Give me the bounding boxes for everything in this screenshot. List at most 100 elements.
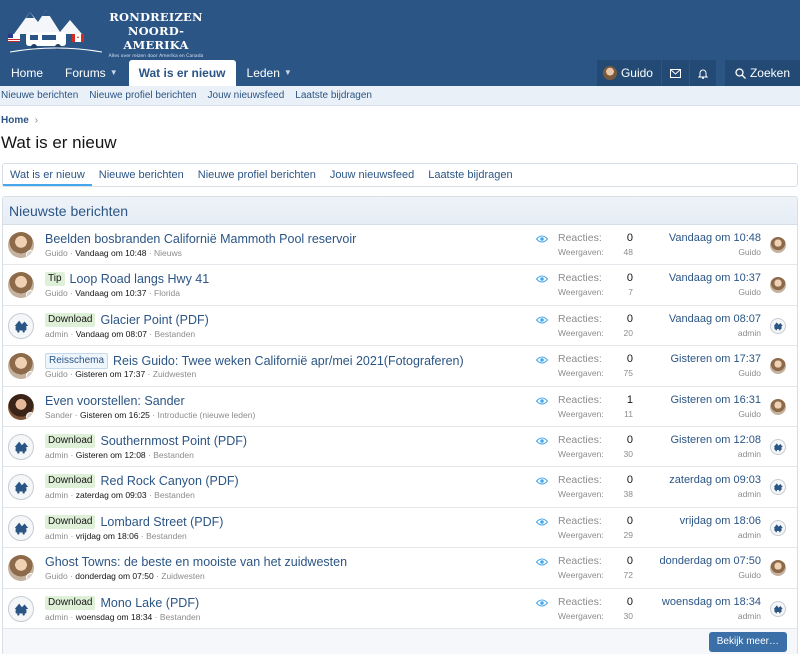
last-poster-avatar[interactable] <box>770 479 786 496</box>
thread-row[interactable]: Download Red Rock Canyon (PDF) admin · zat… <box>3 467 797 508</box>
tab-whats-new[interactable]: Wat is er nieuw <box>3 164 92 186</box>
last-post-user[interactable]: Guido <box>738 247 761 257</box>
thread-author[interactable]: admin <box>45 329 68 339</box>
thread-row[interactable]: Even voorstellen: Sander Sander · Gistere… <box>3 387 797 427</box>
thread-row[interactable]: Download Lombard Street (PDF) admin · vrij… <box>3 507 797 549</box>
thread-forum[interactable]: Bestanden <box>160 612 201 622</box>
thread-author[interactable]: Guido <box>45 369 68 379</box>
subnav-news-feed[interactable]: Jouw nieuwsfeed <box>208 90 285 101</box>
thread-date[interactable]: woensdag om 18:34 <box>76 612 153 622</box>
search-button[interactable]: Zoeken <box>723 60 800 86</box>
thread-forum[interactable]: Zuidwesten <box>161 571 204 581</box>
avatar[interactable] <box>8 312 34 339</box>
thread-title-link[interactable]: Loop Road langs Hwy 41 <box>70 272 210 286</box>
last-poster-avatar[interactable] <box>770 277 786 294</box>
thread-row[interactable]: Tip Loop Road langs Hwy 41 Guido · Vandaag… <box>3 265 797 306</box>
thread-prefix-label[interactable]: Reisschema <box>45 353 109 370</box>
subnav-new-profile-posts[interactable]: Nieuwe profiel berichten <box>89 90 196 101</box>
thread-date[interactable]: Gisteren om 12:08 <box>76 450 146 460</box>
inbox-button[interactable] <box>660 60 689 86</box>
last-post-date[interactable]: Vandaag om 10:48 <box>669 232 761 244</box>
chevron-down-icon[interactable]: ▼ <box>284 60 292 86</box>
eye-icon[interactable] <box>536 557 548 567</box>
thread-forum[interactable]: Nieuws <box>154 248 182 258</box>
thread-title-link[interactable]: Reis Guido: Twee weken Californië apr/me… <box>113 354 464 368</box>
thread-forum[interactable]: Introductie (nieuwe leden) <box>157 410 255 420</box>
thread-title-link[interactable]: Even voorstellen: Sander <box>45 394 185 408</box>
thread-author[interactable]: admin <box>45 531 68 541</box>
thread-forum[interactable]: Bestanden <box>155 329 196 339</box>
view-more-button[interactable]: Bekijk meer… <box>708 631 787 652</box>
thread-author[interactable]: admin <box>45 450 68 460</box>
eye-icon[interactable] <box>536 436 548 446</box>
last-poster-avatar[interactable] <box>770 519 786 536</box>
last-post-date[interactable]: vrijdag om 18:06 <box>680 515 761 527</box>
last-post-date[interactable]: zaterdag om 09:03 <box>669 474 761 486</box>
tab-latest-activity[interactable]: Laatste bijdragen <box>421 164 519 186</box>
last-post-user[interactable]: admin <box>738 449 761 459</box>
last-poster-avatar[interactable] <box>770 560 786 577</box>
last-poster-avatar[interactable] <box>770 438 786 455</box>
thread-row[interactable]: Download Mono Lake (PDF) admin · woensdag … <box>3 588 797 629</box>
avatar[interactable] <box>8 393 34 420</box>
avatar[interactable] <box>8 272 34 299</box>
thread-forum[interactable]: Florida <box>154 288 180 298</box>
thread-author[interactable]: admin <box>45 490 68 500</box>
eye-icon[interactable] <box>536 274 548 284</box>
thread-title-link[interactable]: Beelden bosbranden Californië Mammoth Po… <box>45 232 356 246</box>
thread-row[interactable]: Ghost Towns: de beste en mooiste van het… <box>3 548 797 589</box>
last-poster-avatar[interactable] <box>770 600 786 617</box>
eye-icon[interactable] <box>536 517 548 527</box>
last-post-user[interactable]: Guido <box>738 570 761 580</box>
subnav-new-posts[interactable]: Nieuwe berichten <box>1 90 78 101</box>
thread-author[interactable]: Guido <box>45 248 68 258</box>
thread-prefix-label[interactable]: Download <box>45 595 96 610</box>
last-post-user[interactable]: admin <box>738 489 761 499</box>
thread-row[interactable]: Download Southernmost Point (PDF) admin · … <box>3 426 797 468</box>
last-post-date[interactable]: Vandaag om 08:07 <box>669 313 761 325</box>
thread-title-link[interactable]: Southernmost Point (PDF) <box>100 434 247 448</box>
last-post-user[interactable]: admin <box>738 611 761 621</box>
thread-prefix-label[interactable]: Tip <box>45 272 65 287</box>
thread-author[interactable]: Sander <box>45 410 72 420</box>
nav-home[interactable]: Home <box>0 60 54 86</box>
thread-forum[interactable]: Bestanden <box>154 490 195 500</box>
nav-forums[interactable]: Forums ▼ <box>54 60 129 86</box>
thread-date[interactable]: Gisteren om 16:25 <box>80 410 150 420</box>
thread-title-link[interactable]: Ghost Towns: de beste en mooiste van het… <box>45 555 347 569</box>
thread-title-link[interactable]: Glacier Point (PDF) <box>100 313 208 327</box>
breadcrumb-home[interactable]: Home <box>1 115 29 126</box>
thread-prefix-label[interactable]: Download <box>45 514 96 529</box>
thread-row[interactable]: Beelden bosbranden Californië Mammoth Po… <box>3 225 797 266</box>
thread-date[interactable]: Gisteren om 17:37 <box>75 369 145 379</box>
last-post-user[interactable]: admin <box>738 328 761 338</box>
last-poster-avatar[interactable] <box>770 398 786 415</box>
last-poster-avatar[interactable] <box>770 358 786 375</box>
thread-title-link[interactable]: Red Rock Canyon (PDF) <box>100 474 238 488</box>
thread-author[interactable]: Guido <box>45 571 68 581</box>
avatar[interactable] <box>8 595 34 622</box>
eye-icon[interactable] <box>536 355 548 365</box>
avatar[interactable] <box>8 232 34 258</box>
last-post-date[interactable]: woensdag om 18:34 <box>662 596 761 608</box>
last-poster-avatar[interactable] <box>770 317 786 334</box>
thread-forum[interactable]: Bestanden <box>146 531 187 541</box>
avatar[interactable] <box>8 433 34 460</box>
tab-news-feed[interactable]: Jouw nieuwsfeed <box>323 164 421 186</box>
avatar[interactable] <box>8 353 34 380</box>
thread-row[interactable]: Download Glacier Point (PDF) admin · Vanda… <box>3 306 797 347</box>
nav-members[interactable]: Leden ▼ <box>236 60 303 86</box>
subnav-latest-activity[interactable]: Laatste bijdragen <box>295 90 372 101</box>
avatar[interactable] <box>8 514 34 541</box>
tab-new-posts[interactable]: Nieuwe berichten <box>92 164 191 186</box>
thread-date[interactable]: Vandaag om 10:48 <box>75 248 146 258</box>
last-post-date[interactable]: Vandaag om 10:37 <box>669 272 761 284</box>
last-post-user[interactable]: Guido <box>738 287 761 297</box>
chevron-down-icon[interactable]: ▼ <box>110 60 118 86</box>
eye-icon[interactable] <box>536 598 548 608</box>
nav-whats-new[interactable]: Wat is er nieuw <box>128 60 236 86</box>
last-post-user[interactable]: Guido <box>738 368 761 378</box>
thread-title-link[interactable]: Lombard Street (PDF) <box>100 515 223 529</box>
last-post-date[interactable]: Gisteren om 17:37 <box>671 353 762 365</box>
thread-forum[interactable]: Zuidwesten <box>153 369 196 379</box>
